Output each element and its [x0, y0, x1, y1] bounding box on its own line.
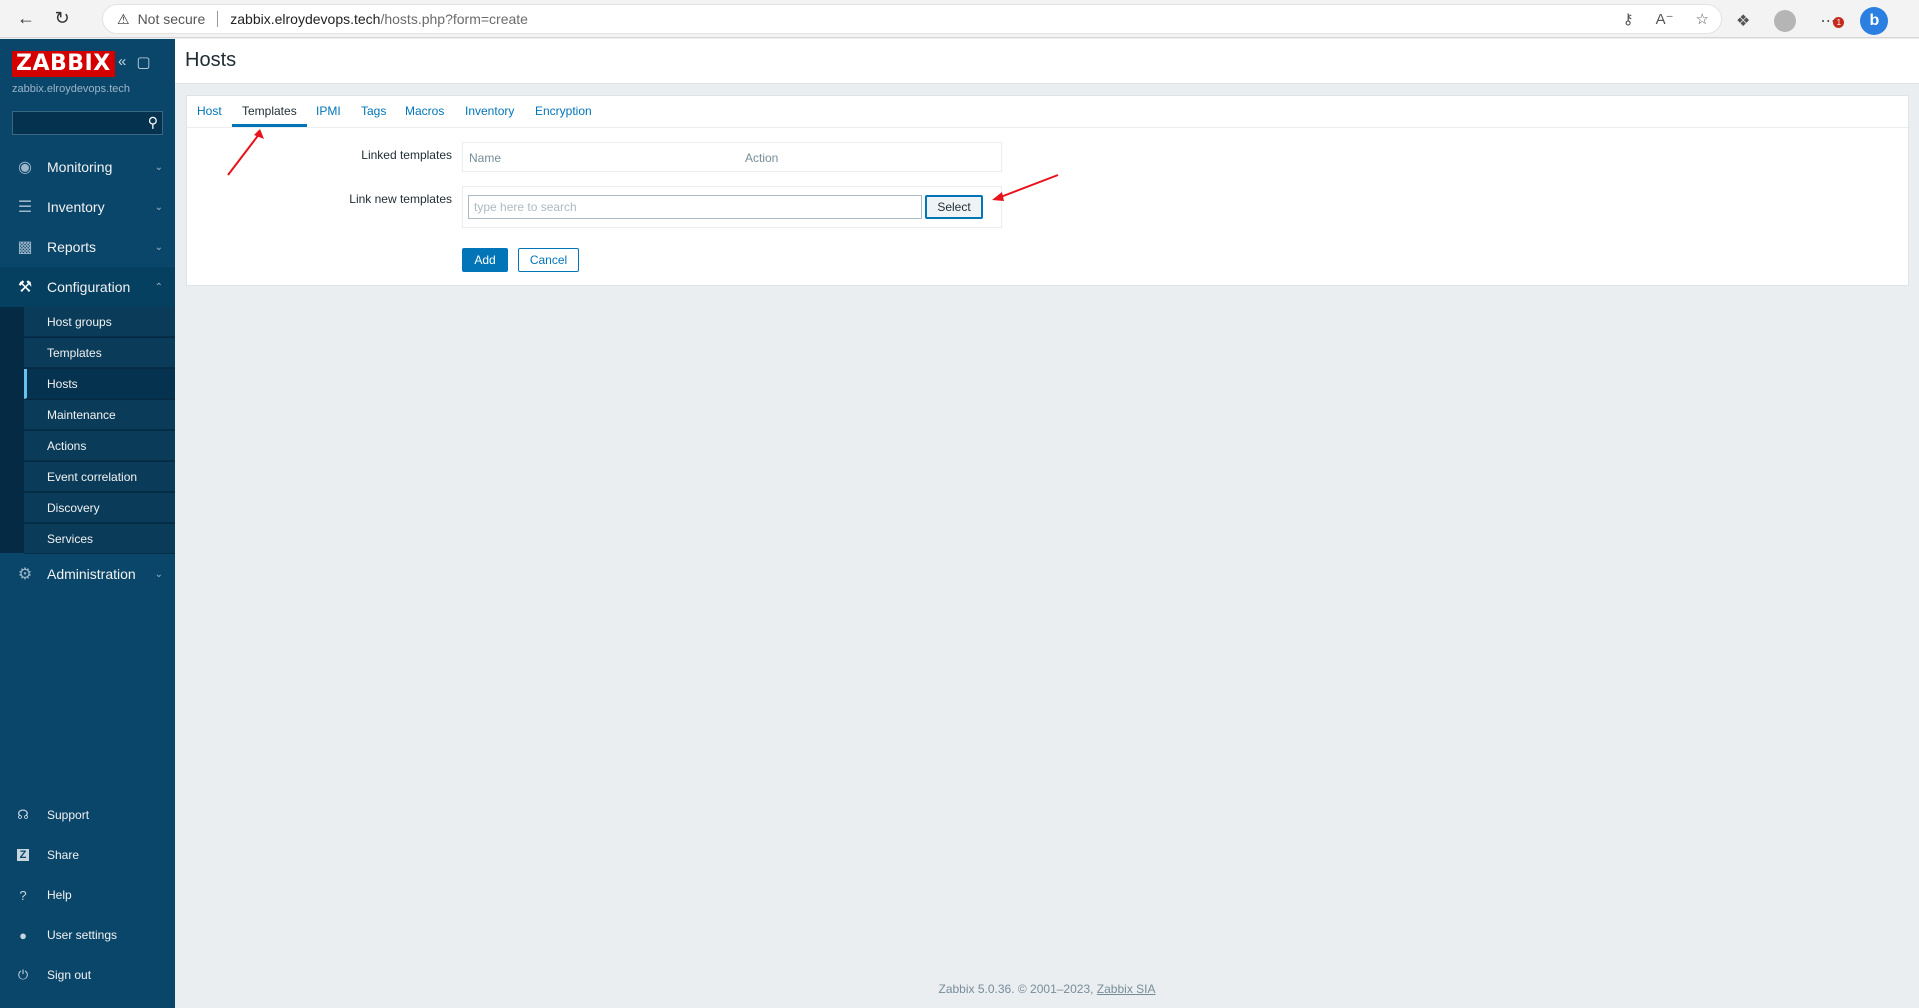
chevron-down-icon: ⌄	[154, 241, 163, 253]
menu-label: Administration	[47, 566, 136, 582]
address-bar[interactable]: ⚠ Not secure zabbix.elroydevops.tech/hos…	[102, 4, 1722, 34]
footer: Zabbix 5.0.36. © 2001–2023, Zabbix SIA	[175, 982, 1919, 996]
eye-icon: ◉	[18, 159, 32, 176]
key-icon[interactable]: ⚷	[1623, 10, 1634, 28]
submenu-actions[interactable]: Actions	[24, 431, 175, 461]
bar-chart-icon: ▩	[17, 239, 33, 256]
chevron-up-icon: ⌃	[154, 281, 163, 293]
warning-icon: ⚠	[117, 10, 130, 27]
menu-label: Share	[47, 848, 80, 862]
notification-badge: 1	[1833, 17, 1845, 28]
back-icon[interactable]: ←	[8, 4, 44, 34]
menu-configuration[interactable]: ⚒ Configuration ⌃	[0, 267, 175, 307]
tab-tags[interactable]: Tags	[361, 104, 386, 118]
menu-support[interactable]: ☊ Support	[0, 795, 175, 835]
tab-ipmi[interactable]: IPMI	[316, 104, 341, 118]
user-icon: ●	[19, 927, 27, 943]
menu-administration[interactable]: ⚙ Administration ⌄	[0, 554, 175, 594]
search-icon[interactable]: ⚲	[148, 114, 158, 131]
headset-icon: ☊	[17, 807, 29, 822]
read-aloud-icon[interactable]: A⁻	[1656, 10, 1674, 28]
collapse-sidebar-icon[interactable]: «	[118, 53, 126, 71]
url-path: /hosts.php?form=create	[380, 11, 528, 27]
menu-help[interactable]: ? Help	[0, 875, 175, 915]
menu-sign-out[interactable]: ⏻ Sign out	[0, 955, 175, 995]
submenu-hosts[interactable]: Hosts	[24, 369, 175, 399]
submenu-maintenance[interactable]: Maintenance	[24, 400, 175, 430]
more-options-icon[interactable]: ⋯ 1	[1820, 11, 1845, 31]
tab-templates[interactable]: Templates	[242, 104, 297, 118]
menu-label: Support	[47, 808, 90, 822]
submenu-event-correlation[interactable]: Event correlation	[24, 462, 175, 492]
footer-text: Zabbix 5.0.36. © 2001–2023,	[938, 982, 1097, 996]
power-icon: ⏻	[17, 967, 29, 982]
chevron-down-icon: ⌄	[154, 568, 163, 580]
menu-monitoring[interactable]: ◉ Monitoring ⌄	[0, 147, 175, 187]
menu-reports[interactable]: ▩ Reports ⌄	[0, 227, 175, 267]
page-title: Hosts	[185, 49, 237, 71]
question-icon: ?	[19, 887, 27, 903]
menu-label: Help	[47, 888, 72, 902]
tab-macros[interactable]: Macros	[405, 104, 444, 118]
menu-label: Reports	[47, 239, 97, 255]
submenu-templates[interactable]: Templates	[24, 338, 175, 368]
menu-label: User settings	[47, 928, 118, 942]
annotation-arrow-select	[992, 174, 1059, 201]
submenu-discovery[interactable]: Discovery	[24, 493, 175, 523]
profile-avatar[interactable]	[1774, 10, 1797, 32]
kiosk-mode-icon[interactable]: ▢	[136, 53, 150, 71]
menu-label: Sign out	[47, 968, 92, 982]
link-new-templates-label: Link new templates	[349, 192, 452, 206]
cancel-button[interactable]: Cancel	[518, 248, 579, 272]
menu-inventory[interactable]: ☰ Inventory ⌄	[0, 187, 175, 227]
url-host: zabbix.elroydevops.tech	[230, 11, 381, 27]
template-search-input[interactable]	[468, 195, 922, 219]
favorite-star-icon[interactable]: ☆	[1696, 10, 1709, 28]
link-new-templates-box: Select	[462, 186, 1002, 228]
tab-host[interactable]: Host	[197, 104, 222, 118]
column-header-action: Action	[745, 151, 779, 165]
add-button[interactable]: Add	[462, 248, 508, 272]
page-header: Hosts	[175, 39, 1919, 84]
configuration-submenu: Host groups Templates Hosts Maintenance …	[0, 307, 175, 554]
extensions-icon[interactable]: ❖	[1736, 11, 1750, 31]
chevron-down-icon: ⌄	[154, 201, 163, 213]
menu-share[interactable]: Z Share	[0, 835, 175, 875]
menu-label: Monitoring	[47, 159, 113, 175]
sidebar-search-input[interactable]: ⚲	[12, 111, 163, 135]
share-z-icon: Z	[17, 849, 29, 861]
zabbix-logo[interactable]: ZABBIX	[12, 51, 115, 77]
browser-toolbar: ← ↻ ⚠ Not secure zabbix.elroydevops.tech…	[0, 0, 1919, 38]
tab-inventory[interactable]: Inventory	[465, 104, 514, 118]
linked-templates-table: Name Action	[462, 142, 1002, 172]
menu-user-settings[interactable]: ● User settings	[0, 915, 175, 955]
list-icon: ☰	[17, 199, 33, 216]
url-divider	[217, 11, 219, 27]
chevron-down-icon: ⌄	[154, 161, 163, 173]
menu-label: Configuration	[47, 279, 131, 295]
wrench-icon: ⚒	[17, 279, 33, 296]
annotation-arrow-templates	[227, 129, 264, 176]
tab-encryption[interactable]: Encryption	[535, 104, 592, 118]
submenu-host-groups[interactable]: Host groups	[24, 307, 175, 337]
linked-templates-label: Linked templates	[361, 148, 452, 162]
column-header-name: Name	[469, 151, 502, 165]
menu-label: Inventory	[47, 199, 105, 215]
server-name: zabbix.elroydevops.tech	[12, 83, 131, 95]
form-tabs: Host Templates IPMI Tags Macros Inventor…	[187, 96, 1908, 128]
gear-icon: ⚙	[17, 566, 33, 583]
select-button[interactable]: Select	[925, 195, 983, 219]
bing-icon[interactable]: b	[1860, 7, 1889, 35]
not-secure-label: Not secure	[137, 11, 206, 27]
footer-link[interactable]: Zabbix SIA	[1097, 982, 1156, 996]
submenu-services[interactable]: Services	[24, 524, 175, 554]
reload-icon[interactable]: ↻	[44, 4, 80, 34]
sidebar: ZABBIX « ▢ zabbix.elroydevops.tech ⚲ ◉ M…	[0, 39, 175, 1008]
